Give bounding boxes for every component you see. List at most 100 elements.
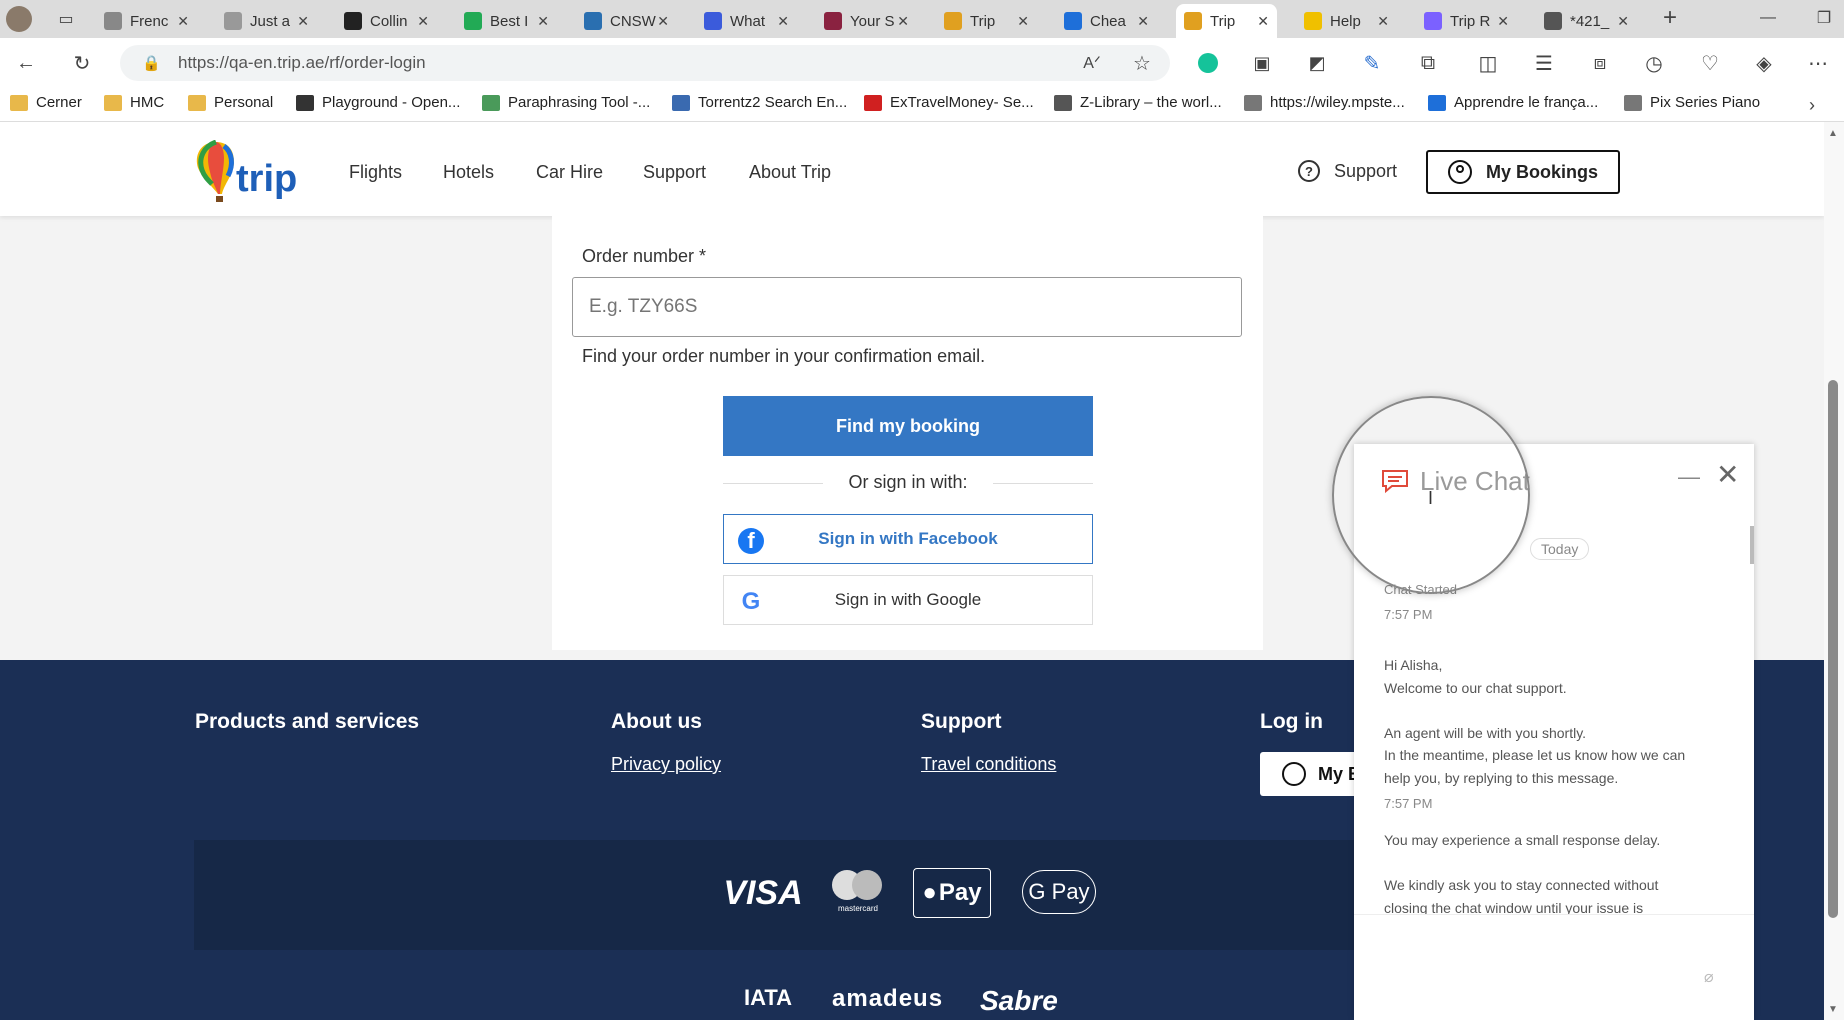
favorite-star-icon[interactable]: ☆ (1130, 51, 1154, 75)
privacy-policy-link[interactable]: Privacy policy (611, 754, 721, 775)
chat-attach-icon[interactable]: ⌀ (1704, 967, 1714, 987)
tab-favicon-icon (104, 12, 122, 30)
tab-close-icon[interactable]: ✕ (1377, 13, 1389, 30)
travel-conditions-link[interactable]: Travel conditions (921, 754, 1056, 775)
find-my-booking-button[interactable]: Find my booking (723, 396, 1093, 456)
nav-support[interactable]: Support (643, 162, 706, 183)
browser-tab[interactable]: Just a ✕ (216, 4, 317, 38)
tab-close-icon[interactable]: ✕ (537, 13, 549, 30)
collections-icon[interactable]: ⧈ (1588, 51, 1612, 75)
bookmark-item[interactable]: https://wiley.mpste... (1244, 94, 1405, 111)
tab-favicon-icon (344, 12, 362, 30)
trip-logo[interactable]: trip (194, 139, 304, 206)
browser-tab-bar: ▭ Frenc ✕ Just a ✕ Collin ✕ Best I ✕ CNSW ✕ What ✕ Y… (0, 0, 1844, 38)
site-header: trip Flights Hotels Car Hire Support Abo… (0, 122, 1824, 216)
nav-flights[interactable]: Flights (349, 162, 402, 183)
facebook-sign-in-button[interactable]: f Sign in with Facebook (723, 514, 1093, 564)
extension-icon[interactable]: ▣ (1250, 51, 1274, 75)
tab-close-icon[interactable]: ✕ (657, 13, 669, 30)
bookmark-item[interactable]: Personal (188, 94, 273, 111)
tab-close-icon[interactable]: ✕ (417, 13, 429, 30)
minimize-icon[interactable]: — (1756, 6, 1780, 30)
tab-label: Frenc (130, 12, 169, 30)
nav-hotels[interactable]: Hotels (443, 162, 494, 183)
bookmark-item[interactable]: Cerner (10, 94, 82, 111)
bookmark-item[interactable]: Paraphrasing Tool -... (482, 94, 650, 111)
browser-tab[interactable]: Chea ✕ (1056, 4, 1157, 38)
bookmark-label: Cerner (36, 94, 82, 111)
footer-heading-products: Products and services (195, 710, 420, 733)
my-bookings-button[interactable]: My Bookings (1426, 150, 1620, 194)
browser-tab[interactable]: Trip R ✕ (1416, 4, 1517, 38)
scroll-down-arrow-icon[interactable]: ▼ (1828, 1004, 1838, 1015)
bookmark-item[interactable]: ExTravelMoney- Se... (864, 94, 1034, 111)
url-field[interactable]: 🔒 https://qa-en.trip.ae/rf/order-login (120, 45, 1170, 81)
tab-close-icon[interactable]: ✕ (777, 13, 789, 30)
bookmark-item[interactable]: HMC (104, 94, 164, 111)
tab-close-icon[interactable]: ✕ (1137, 13, 1149, 30)
tab-label: Chea (1090, 12, 1126, 30)
browser-tab[interactable]: Best I ✕ (456, 4, 557, 38)
bookmark-label: Pix Series Piano (1650, 94, 1761, 111)
chat-input-area[interactable]: ⌀ (1354, 914, 1754, 1020)
bookmarks-bar: Cerner HMC Personal Playground - Open... Par… (0, 88, 1844, 122)
nav-car-hire[interactable]: Car Hire (536, 162, 603, 183)
tab-close-icon[interactable]: ✕ (1257, 13, 1269, 30)
tab-close-icon[interactable]: ✕ (177, 13, 189, 30)
browser-tab[interactable]: Your S ✕ (816, 4, 917, 38)
bookmark-label: Torrentz2 Search En... (698, 94, 848, 111)
grammarly-icon[interactable] (1196, 51, 1220, 75)
scroll-up-arrow-icon[interactable]: ▲ (1828, 128, 1838, 139)
tab-close-icon[interactable]: ✕ (1017, 13, 1029, 30)
chat-close-icon[interactable]: ✕ (1716, 458, 1739, 491)
browser-tab[interactable]: What ✕ (696, 4, 797, 38)
outlook-extension-icon[interactable]: ◩ (1305, 51, 1329, 75)
pen-extension-icon[interactable]: ✎ (1360, 51, 1384, 75)
order-number-input[interactable] (572, 277, 1242, 337)
bookmark-item[interactable]: Pix Series Piano (1624, 94, 1760, 111)
bookmark-item[interactable]: Torrentz2 Search En... (672, 94, 847, 111)
iata-logo: IATA (744, 985, 793, 1010)
google-sign-in-button[interactable]: G Sign in with Google (723, 575, 1093, 625)
header-support-link[interactable]: ? Support (1298, 160, 1397, 182)
extensions-puzzle-icon[interactable]: ⧉ (1416, 51, 1440, 75)
tab-actions-icon[interactable]: ▭ (54, 7, 78, 31)
tab-label: Just a (250, 12, 291, 30)
order-login-card: Order number * Find your order number in… (552, 216, 1263, 650)
bookmark-item[interactable]: Z-Library – the worl... (1054, 94, 1222, 111)
browser-tab[interactable]: *421_ ✕ (1536, 4, 1637, 38)
read-aloud-icon[interactable]: Aᐟ (1080, 51, 1104, 75)
profile-avatar[interactable] (6, 6, 32, 32)
new-tab-icon[interactable]: + (1658, 4, 1682, 31)
nav-about-trip[interactable]: About Trip (749, 162, 831, 183)
history-icon[interactable]: ◷ (1642, 51, 1666, 75)
performance-icon[interactable]: ♡ (1698, 51, 1722, 75)
chat-message-line: In the meantime, please let us know how … (1384, 747, 1686, 763)
reload-icon[interactable]: ↻ (70, 51, 94, 75)
browser-tab[interactable]: Collin ✕ (336, 4, 437, 38)
tab-close-icon[interactable]: ✕ (297, 13, 309, 30)
tab-favicon-icon (1304, 12, 1322, 30)
back-icon[interactable]: ← (14, 51, 38, 75)
browser-tab[interactable]: Trip ✕ (936, 4, 1037, 38)
browser-tab[interactable]: Trip ✕ (1176, 4, 1277, 38)
chat-scrollbar[interactable] (1750, 526, 1754, 564)
browser-tab[interactable]: Frenc ✕ (96, 4, 197, 38)
maximize-icon[interactable]: ❐ (1812, 6, 1836, 30)
favorites-icon[interactable]: ☰ (1532, 51, 1556, 75)
split-screen-icon[interactable]: ◫ (1476, 51, 1500, 75)
bookmark-label: Apprendre le frança... (1454, 94, 1599, 111)
bookmarks-overflow-icon[interactable]: › (1800, 93, 1824, 117)
bookmark-item[interactable]: Playground - Open... (296, 94, 460, 111)
tab-close-icon[interactable]: ✕ (1497, 13, 1509, 30)
tab-close-icon[interactable]: ✕ (897, 13, 909, 30)
page-scrollbar-thumb[interactable] (1828, 380, 1838, 918)
chat-minimize-icon[interactable]: — (1678, 464, 1700, 490)
tab-label: Trip (1210, 12, 1236, 30)
browser-tab[interactable]: Help ✕ (1296, 4, 1397, 38)
more-menu-icon[interactable]: ⋯ (1806, 51, 1830, 75)
browser-tab[interactable]: CNSW ✕ (576, 4, 677, 38)
tab-close-icon[interactable]: ✕ (1617, 13, 1629, 30)
copilot-icon[interactable]: ◈ (1752, 51, 1776, 75)
bookmark-item[interactable]: Apprendre le frança... (1428, 94, 1598, 111)
